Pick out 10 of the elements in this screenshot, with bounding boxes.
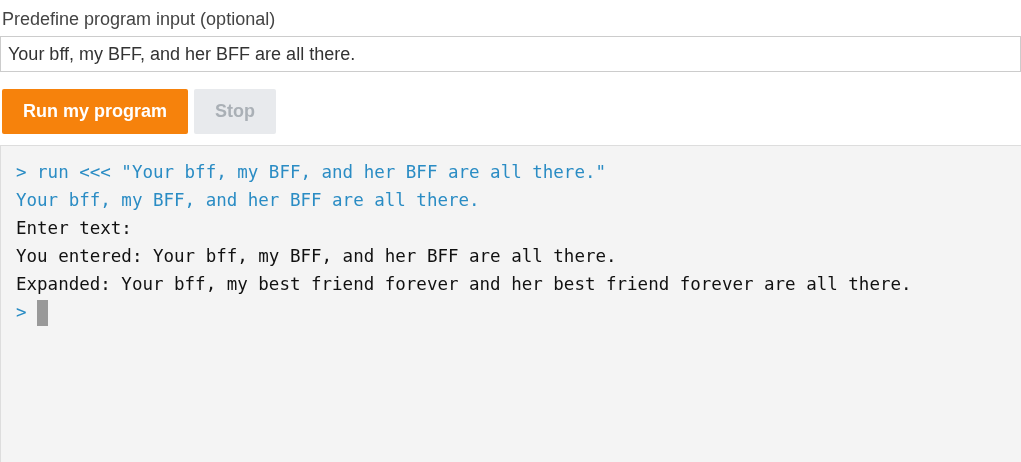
console-line: You entered: Your bff, my BFF, and her BFF are all there. — [16, 245, 618, 268]
input-label: Predefine program input (optional) — [1, 8, 277, 31]
console-line: Expanded: Your bff, my best friend forever and her best friend forever are all there. — [16, 273, 913, 296]
prompt-symbol: > — [16, 302, 27, 322]
console-line: Your bff, my BFF, and her BFF are all there. — [16, 189, 481, 212]
console-line: > run <<< "Your bff, my BFF, and her BFF are all there." — [16, 161, 607, 184]
text-cursor — [36, 300, 48, 326]
run-button[interactable]: Run my program — [2, 89, 189, 134]
input-field[interactable]: Your bff, my BFF, and her BFF are all there. — [0, 36, 1021, 72]
console-line: Enter text: — [16, 217, 133, 240]
